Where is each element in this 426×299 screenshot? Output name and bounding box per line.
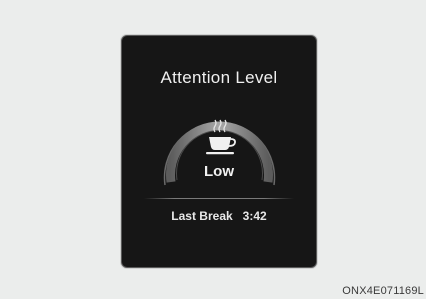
attention-level-value: Low	[204, 163, 234, 180]
figure-code: ONX4E071169L	[342, 285, 424, 297]
coffee-cup-icon	[206, 119, 236, 155]
last-break-time: 3:42	[242, 209, 267, 223]
attention-level-panel: Attention Level Low Last Break 3:42	[121, 35, 317, 268]
last-break-label: Last Break	[171, 209, 233, 223]
last-break-row: Last Break 3:42	[122, 209, 316, 223]
divider	[144, 198, 294, 199]
